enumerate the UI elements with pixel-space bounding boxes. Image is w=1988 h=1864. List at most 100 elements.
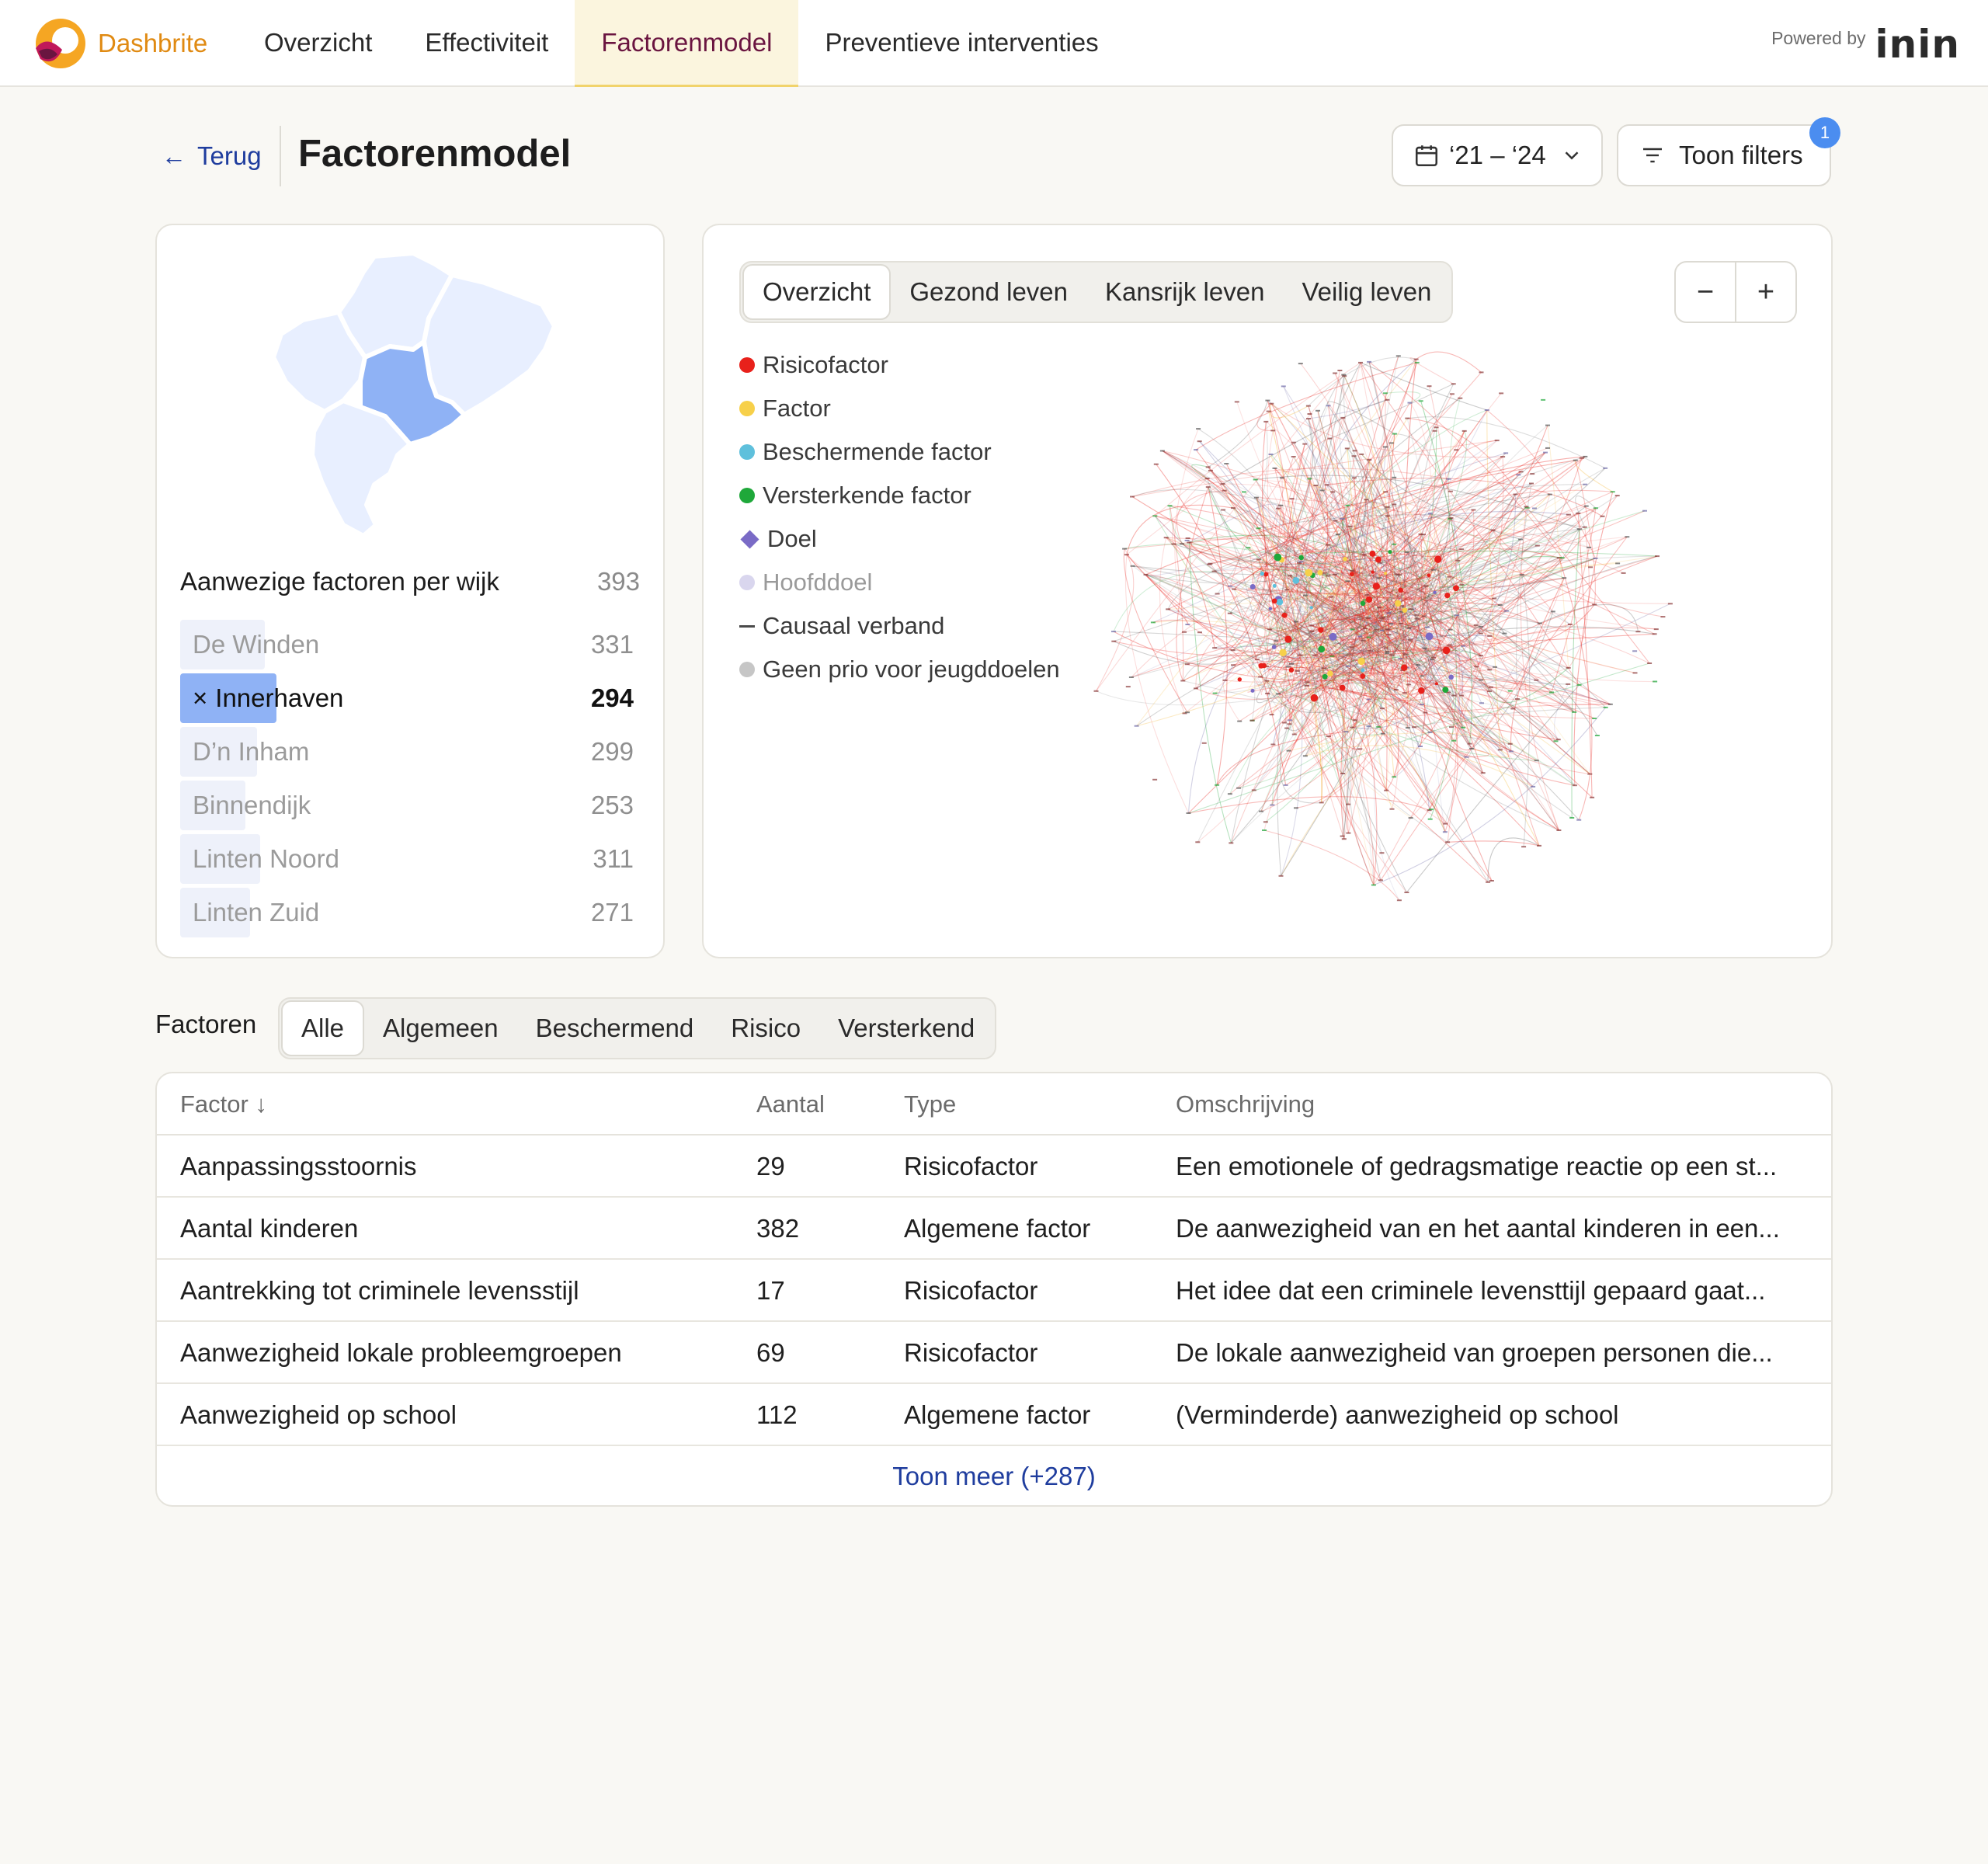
wijk-name: D’n Inham bbox=[180, 737, 309, 767]
wijk-count: 311 bbox=[593, 844, 634, 873]
legend-swatch-icon bbox=[739, 662, 755, 677]
legend-label: Geen prio voor jeugddoelen bbox=[763, 656, 1060, 683]
wijk-name-label: De Winden bbox=[193, 630, 320, 659]
legend-swatch-icon bbox=[740, 529, 759, 549]
cell-aantal: 17 bbox=[756, 1276, 785, 1305]
cell-factor: Aantrekking tot criminele levensstijl bbox=[180, 1276, 579, 1305]
zoom-in-button[interactable]: + bbox=[1736, 263, 1795, 322]
legend-swatch-icon bbox=[739, 575, 755, 590]
cell-type: Algemene factor bbox=[904, 1214, 1091, 1243]
legend-label: Causaal verband bbox=[763, 612, 945, 639]
factor-tab-versterkend[interactable]: Versterkend bbox=[819, 1000, 993, 1056]
app-name: Dashbrite bbox=[98, 29, 208, 57]
factor-tab-beschermend[interactable]: Beschermend bbox=[517, 1000, 713, 1056]
legend-label: Beschermende factor bbox=[763, 438, 992, 465]
cell-omschrijving: Het idee dat een criminele levensttijl g… bbox=[1176, 1276, 1766, 1305]
cell-aantal: 382 bbox=[756, 1214, 800, 1243]
powered-by: Powered by inin bbox=[1771, 22, 1960, 67]
filter-count-badge: 1 bbox=[1809, 117, 1840, 148]
cell-aantal: 29 bbox=[756, 1152, 785, 1181]
legend-item[interactable]: Hoofddoel bbox=[739, 561, 1060, 604]
column-header-type[interactable]: Type bbox=[904, 1073, 956, 1135]
legend-item[interactable]: Versterkende factor bbox=[739, 474, 1060, 517]
show-filters-label: Toon filters bbox=[1679, 141, 1803, 169]
legend-label: Doel bbox=[767, 525, 817, 552]
nav-tab-effectiviteit[interactable]: Effectiviteit bbox=[398, 0, 575, 85]
cell-omschrijving: (Verminderde) aanwezigheid op school bbox=[1176, 1400, 1619, 1429]
table-row[interactable]: Aanwezigheid op school 112 Algemene factor… bbox=[157, 1384, 1831, 1446]
graph-tab-gezond-leven[interactable]: Gezond leven bbox=[891, 264, 1086, 320]
wijk-count: 271 bbox=[590, 898, 634, 927]
legend-swatch-icon bbox=[739, 357, 755, 373]
nav-tab-factorenmodel[interactable]: Factorenmodel bbox=[575, 0, 799, 87]
graph-tab-veilig-leven[interactable]: Veilig leven bbox=[1283, 264, 1450, 320]
wijk-count: 299 bbox=[590, 737, 634, 766]
calendar-icon bbox=[1415, 145, 1438, 167]
wijk-name-label: Innerhaven bbox=[215, 683, 344, 712]
factors-section-title: Factoren bbox=[155, 1010, 257, 1038]
wijk-row[interactable]: Linten Noord 311 bbox=[180, 834, 640, 884]
table-row[interactable]: Aantal kinderen 382 Algemene factor De aanw… bbox=[157, 1198, 1831, 1260]
wijk-name-label: D’n Inham bbox=[193, 737, 310, 766]
column-header-factor[interactable]: Factor ↓ bbox=[180, 1073, 267, 1135]
back-link[interactable]: ← Terug bbox=[162, 138, 262, 174]
table-row[interactable]: Aanwezigheid lokale probleemgroepen 69 Ris… bbox=[157, 1322, 1831, 1384]
nav-tab-preventieve-interventies[interactable]: Preventieve interventies bbox=[798, 0, 1124, 85]
chevron-down-icon bbox=[1565, 151, 1579, 160]
legend-item[interactable]: Causaal verband bbox=[739, 604, 1060, 648]
show-filters-button[interactable]: Toon filters bbox=[1617, 124, 1831, 186]
inin-logo: inin bbox=[1875, 22, 1960, 67]
zoom-out-button[interactable]: − bbox=[1676, 263, 1735, 322]
wijk-name-label: Binnendijk bbox=[193, 791, 311, 819]
legend-item[interactable]: Beschermende factor bbox=[739, 430, 1060, 474]
factor-tab-alle[interactable]: Alle bbox=[281, 1000, 365, 1056]
top-navigation-bar: Dashbrite Overzicht Effectiviteit Factor… bbox=[0, 0, 1988, 87]
cell-omschrijving: De aanwezigheid van en het aantal kinder… bbox=[1176, 1214, 1780, 1243]
factor-network-graph[interactable] bbox=[1084, 342, 1690, 948]
cell-factor: Aanwezigheid op school bbox=[180, 1400, 457, 1429]
map-region-east[interactable] bbox=[422, 273, 557, 417]
nav-tab-overzicht[interactable]: Overzicht bbox=[238, 0, 398, 85]
wijk-row[interactable]: Linten Zuid 271 bbox=[180, 888, 640, 937]
legend-item[interactable]: Risicofactor bbox=[739, 343, 1060, 387]
legend-item[interactable]: Geen prio voor jeugddoelen bbox=[739, 648, 1060, 691]
graph-tab-overzicht[interactable]: Overzicht bbox=[742, 264, 891, 320]
cell-factor: Aanpassingsstoornis bbox=[180, 1152, 417, 1181]
date-range-dropdown[interactable]: ‘21 – ‘24 bbox=[1392, 124, 1603, 186]
legend-item[interactable]: Doel bbox=[739, 517, 1060, 561]
graph-edges bbox=[1096, 351, 1671, 901]
main-nav: Overzicht Effectiviteit Factorenmodel Pr… bbox=[238, 0, 1125, 87]
cell-type: Algemene factor bbox=[904, 1400, 1091, 1429]
legend-label: Risicofactor bbox=[763, 351, 888, 378]
wijk-row[interactable]: × Innerhaven 294 bbox=[180, 673, 640, 723]
date-range-label: ‘21 – ‘24 bbox=[1449, 141, 1546, 169]
legend-label: Versterkende factor bbox=[763, 482, 971, 509]
wijk-row[interactable]: D’n Inham 299 bbox=[180, 727, 640, 777]
show-more-button[interactable]: Toon meer (+287) bbox=[157, 1446, 1831, 1507]
legend-item[interactable]: Factor bbox=[739, 387, 1060, 430]
arrow-left-icon: ← bbox=[162, 141, 186, 170]
close-icon[interactable]: × bbox=[193, 683, 207, 712]
wijk-row[interactable]: Binnendijk 253 bbox=[180, 781, 640, 830]
column-header-aantal[interactable]: Aantal bbox=[756, 1073, 825, 1135]
cell-omschrijving: Een emotionele of gedragsmatige reactie … bbox=[1176, 1152, 1778, 1181]
wijk-row[interactable]: De Winden 331 bbox=[180, 620, 640, 669]
factor-tab-algemeen[interactable]: Algemeen bbox=[364, 1000, 517, 1056]
wijk-list-header: Aanwezige factoren per wijk 393 bbox=[180, 567, 640, 596]
back-link-label: Terug bbox=[197, 141, 262, 170]
wijk-name: De Winden bbox=[180, 630, 319, 659]
graph-tab-kansrijk-leven[interactable]: Kansrijk leven bbox=[1086, 264, 1283, 320]
graph-view-tabs: Overzicht Gezond leven Kansrijk leven Ve… bbox=[739, 261, 1454, 323]
brand[interactable]: Dashbrite bbox=[31, 17, 207, 70]
cell-omschrijving: De lokale aanwezigheid van groepen perso… bbox=[1176, 1338, 1773, 1367]
table-row[interactable]: Aanpassingsstoornis 29 Risicofactor Een emo… bbox=[157, 1135, 1831, 1198]
column-header-omschrijving[interactable]: Omschrijving bbox=[1176, 1073, 1315, 1135]
wijk-count: 331 bbox=[590, 630, 634, 659]
district-map bbox=[271, 251, 557, 538]
wijk-map-card: Aanwezige factoren per wijk 393 De Winde… bbox=[155, 224, 665, 958]
factor-tab-risico[interactable]: Risico bbox=[712, 1000, 819, 1056]
legend-swatch-icon bbox=[739, 624, 755, 628]
legend-swatch-icon bbox=[739, 444, 755, 460]
table-row[interactable]: Aantrekking tot criminele levensstijl 17 R… bbox=[157, 1260, 1831, 1322]
wijk-name: × Innerhaven bbox=[180, 683, 343, 713]
